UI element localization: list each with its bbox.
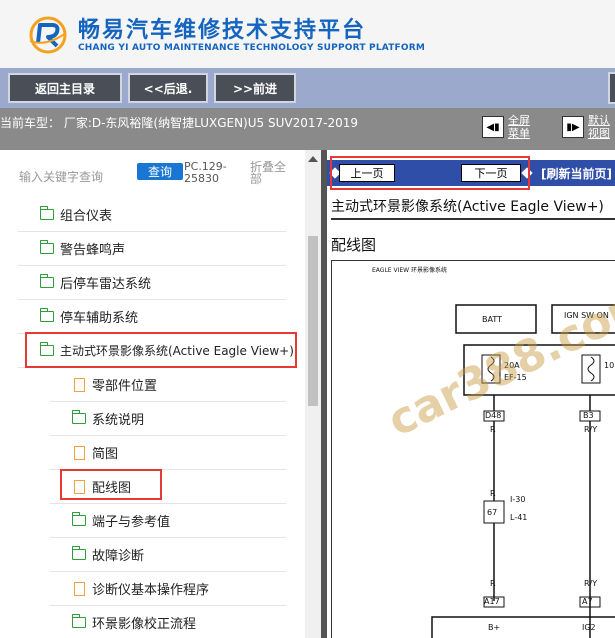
pin-ig2: IG2	[582, 623, 596, 632]
tree-item-warning-buzzer[interactable]: 警告蜂鸣声	[18, 232, 286, 266]
tree-item-label: 零部件位置	[92, 379, 158, 394]
tree-item-terminals-reference[interactable]: 端子与参考值	[50, 504, 286, 538]
toolbar-overflow-button[interactable]	[608, 72, 615, 104]
folder-icon	[71, 546, 86, 560]
default-view-link[interactable]: 默认视图	[588, 114, 614, 140]
tree-item-view-calibration[interactable]: 环景影像校正流程	[50, 606, 286, 638]
tree-item-system-description[interactable]: 系统说明	[50, 402, 286, 436]
highlight-page-nav	[330, 156, 530, 190]
catalog-panel: 输入关键字查询 查询 PC.129-25830 折叠全部 组合仪表 警告蜂鸣声 …	[0, 150, 322, 638]
tree-item-scan-tool-procedure[interactable]: 诊断仪基本操作程序	[50, 572, 286, 606]
highlight-wiring-diagram	[60, 469, 162, 500]
wiring-diagram: EAGLE VIEW 环景影像系统 BATT IGN SW ON 20A EF-…	[331, 260, 615, 638]
folder-icon	[71, 614, 86, 628]
search-input[interactable]: 输入关键字查询	[19, 168, 103, 185]
connector-67: 67	[487, 508, 498, 517]
connector-i30: I-30	[510, 495, 526, 504]
pc-code: PC.129-25830	[184, 160, 227, 185]
tree-item-label: 故障诊断	[92, 549, 145, 564]
tree-item-label: 环景影像校正流程	[92, 617, 197, 632]
connector-a7: A7	[582, 597, 593, 606]
diagram-caption: EAGLE VIEW 环景影像系统	[372, 267, 447, 274]
refresh-page-link[interactable]: [刷新当前页]	[541, 165, 612, 182]
toolbar: 返回主目录 <<后退. >>前进	[0, 68, 615, 108]
tree-item-rear-parking-radar[interactable]: 后停车雷达系统	[18, 266, 286, 300]
fuse-right-label: 10	[604, 361, 615, 370]
title-rule	[331, 218, 615, 220]
brand-title-en: CHANG YI AUTO MAINTENANCE TECHNOLOGY SUP…	[78, 43, 426, 53]
document-icon	[74, 445, 85, 460]
home-button[interactable]: 返回主目录	[8, 73, 122, 103]
catalog-scrollbar[interactable]	[305, 150, 321, 638]
tree-item-component-location[interactable]: 零部件位置	[50, 368, 286, 402]
fullscreen-icon[interactable]: ◀▮	[482, 116, 504, 138]
current-vehicle-model: 当前车型： 厂家:D-东风裕隆(纳智捷LUXGEN)U5 SUV2017-201…	[0, 116, 358, 130]
document-icon	[74, 377, 85, 392]
folder-icon	[39, 274, 54, 288]
wire-r-lower: R	[490, 579, 496, 588]
vehicle-bar: 当前车型： 厂家:D-东风裕隆(纳智捷LUXGEN)U5 SUV2017-201…	[0, 108, 615, 150]
tree-item-schematic[interactable]: 简图	[50, 436, 286, 470]
tree-item-label: 后停车雷达系统	[60, 277, 152, 292]
tree-item-label: 组合仪表	[60, 209, 113, 224]
scroll-up-arrow-icon[interactable]	[308, 156, 318, 162]
wire-r-upper: R	[490, 425, 496, 434]
tree-item-label: 警告蜂鸣声	[60, 243, 126, 258]
tree-item-label: 停车辅助系统	[60, 311, 139, 326]
wire-r-mid: R	[490, 489, 496, 498]
wire-ry-lower: R/Y	[584, 579, 598, 588]
connector-l41: L-41	[510, 513, 528, 522]
tree-item-label: 端子与参考值	[92, 515, 171, 530]
query-button[interactable]: 查询	[137, 163, 183, 180]
logo-icon	[29, 16, 67, 54]
document-title: 主动式环景影像系统(Active Eagle View+)	[331, 199, 604, 215]
folder-icon	[39, 240, 54, 254]
forward-button[interactable]: >>前进	[214, 73, 296, 103]
fullscreen-menu-link[interactable]: 全屏菜单	[508, 114, 534, 140]
scroll-thumb[interactable]	[308, 236, 318, 406]
header: 畅易汽车维修技术支持平台 CHANG YI AUTO MAINTENANCE T…	[0, 0, 615, 68]
collapse-all-button[interactable]: 折叠全部	[250, 161, 290, 185]
back-button[interactable]: <<后退.	[128, 73, 208, 103]
tree-item-troubleshooting[interactable]: 故障诊断	[50, 538, 286, 572]
section-title: 配线图	[331, 236, 377, 254]
connector-a17: A17	[484, 597, 500, 606]
app-window: 畅易汽车维修技术支持平台 CHANG YI AUTO MAINTENANCE T…	[0, 0, 615, 638]
folder-icon	[71, 512, 86, 526]
tree-item-label: 系统说明	[92, 413, 145, 428]
pin-bplus: B+	[488, 623, 501, 632]
folder-icon	[39, 206, 54, 220]
search-row: 输入关键字查询 查询 PC.129-25830 折叠全部	[0, 160, 305, 190]
document-icon	[74, 581, 85, 596]
brand-title-cn: 畅易汽车维修技术支持平台	[78, 18, 367, 43]
wire-ry-upper: R/Y	[584, 425, 598, 434]
folder-icon	[71, 410, 86, 424]
tree-item-parking-assist[interactable]: 停车辅助系统	[18, 300, 286, 334]
tree-item-cluster[interactable]: 组合仪表	[18, 198, 286, 232]
batt-label: BATT	[482, 315, 502, 324]
connector-d48: D48	[485, 411, 502, 420]
connector-b3: B3	[583, 411, 594, 420]
highlight-eagle-view	[25, 332, 297, 368]
folder-icon	[39, 308, 54, 322]
document-panel: 上一页 下一页 [刷新当前页] 主动式环景影像系统(Active Eagle V…	[327, 150, 615, 638]
default-view-icon[interactable]: ▮▶	[562, 116, 584, 138]
tree-item-label: 简图	[92, 447, 119, 462]
tree-item-label: 诊断仪基本操作程序	[92, 583, 210, 598]
